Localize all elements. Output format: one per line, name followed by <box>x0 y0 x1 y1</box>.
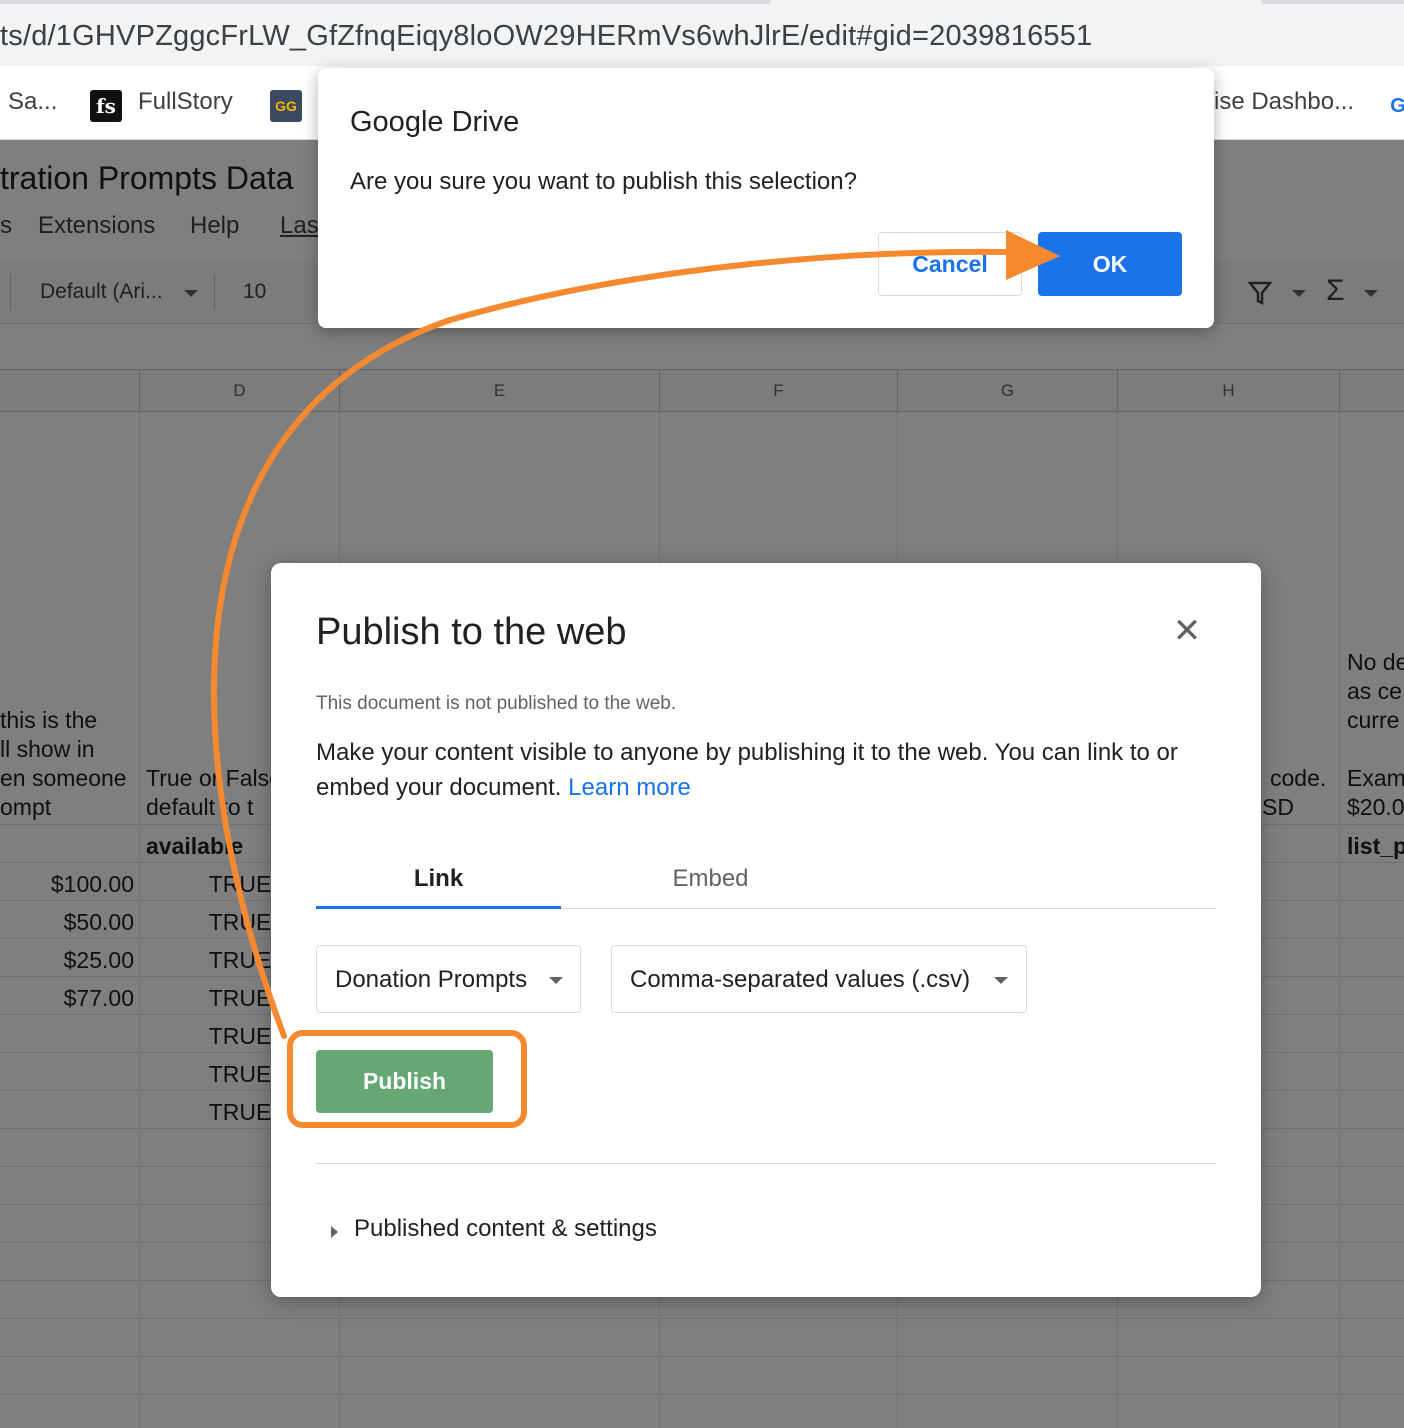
publish-description: Make your content visible to anyone by p… <box>316 735 1216 805</box>
address-bar[interactable]: ts/d/1GHVPZggcFrLW_GfZfnqEiqy8loOW29HERm… <box>0 0 1404 66</box>
bookmark-sa[interactable]: Sa... <box>8 88 57 116</box>
confirm-dialog-message: Are you sure you want to publish this se… <box>350 168 857 195</box>
publish-status: This document is not published to the we… <box>316 693 677 714</box>
confirm-dialog: Google Drive Are you sure you want to pu… <box>318 68 1214 328</box>
fullstory-icon: fs <box>90 90 122 122</box>
url-text[interactable]: ts/d/1GHVPZggcFrLW_GfZfnqEiqy8loOW29HERm… <box>0 20 1092 53</box>
publish-dialog-title: Publish to the web <box>316 611 627 653</box>
tab-embed[interactable]: Embed <box>588 865 833 909</box>
chevron-down-icon <box>549 977 563 984</box>
published-content-expander[interactable]: Published content & settings <box>354 1215 657 1243</box>
ok-button[interactable]: OK <box>1038 232 1182 296</box>
publish-highlight-annotation <box>287 1030 527 1128</box>
publish-description-text: Make your content visible to anyone by p… <box>316 739 1178 801</box>
divider <box>316 1163 1216 1164</box>
bookmark-dashboard[interactable]: ise Dashbo... <box>1214 88 1354 116</box>
learn-more-link[interactable]: Learn more <box>568 774 691 801</box>
tab-strip-edge <box>1262 0 1404 4</box>
publish-tabs: Link Embed <box>316 859 1216 909</box>
google-bookmark-icon[interactable]: G <box>1382 90 1404 122</box>
expand-triangle-icon[interactable] <box>331 1226 338 1238</box>
close-icon[interactable]: ✕ <box>1167 611 1207 651</box>
sheet-select-value: Donation Prompts <box>335 966 528 993</box>
cancel-button[interactable]: Cancel <box>878 232 1022 296</box>
bookmark-fullstory[interactable]: FullStory <box>138 88 233 116</box>
format-select[interactable]: Comma-separated values (.csv) <box>611 945 1027 1013</box>
gg-bookmark-icon[interactable]: GG <box>270 90 302 122</box>
confirm-dialog-title: Google Drive <box>350 106 520 138</box>
sheet-select[interactable]: Donation Prompts <box>316 945 581 1013</box>
chevron-down-icon <box>994 977 1008 984</box>
publish-dialog: Publish to the web ✕ This document is no… <box>271 563 1261 1297</box>
format-select-value: Comma-separated values (.csv) <box>630 966 971 993</box>
tab-strip-edge <box>0 0 770 4</box>
tab-link[interactable]: Link <box>316 865 561 909</box>
